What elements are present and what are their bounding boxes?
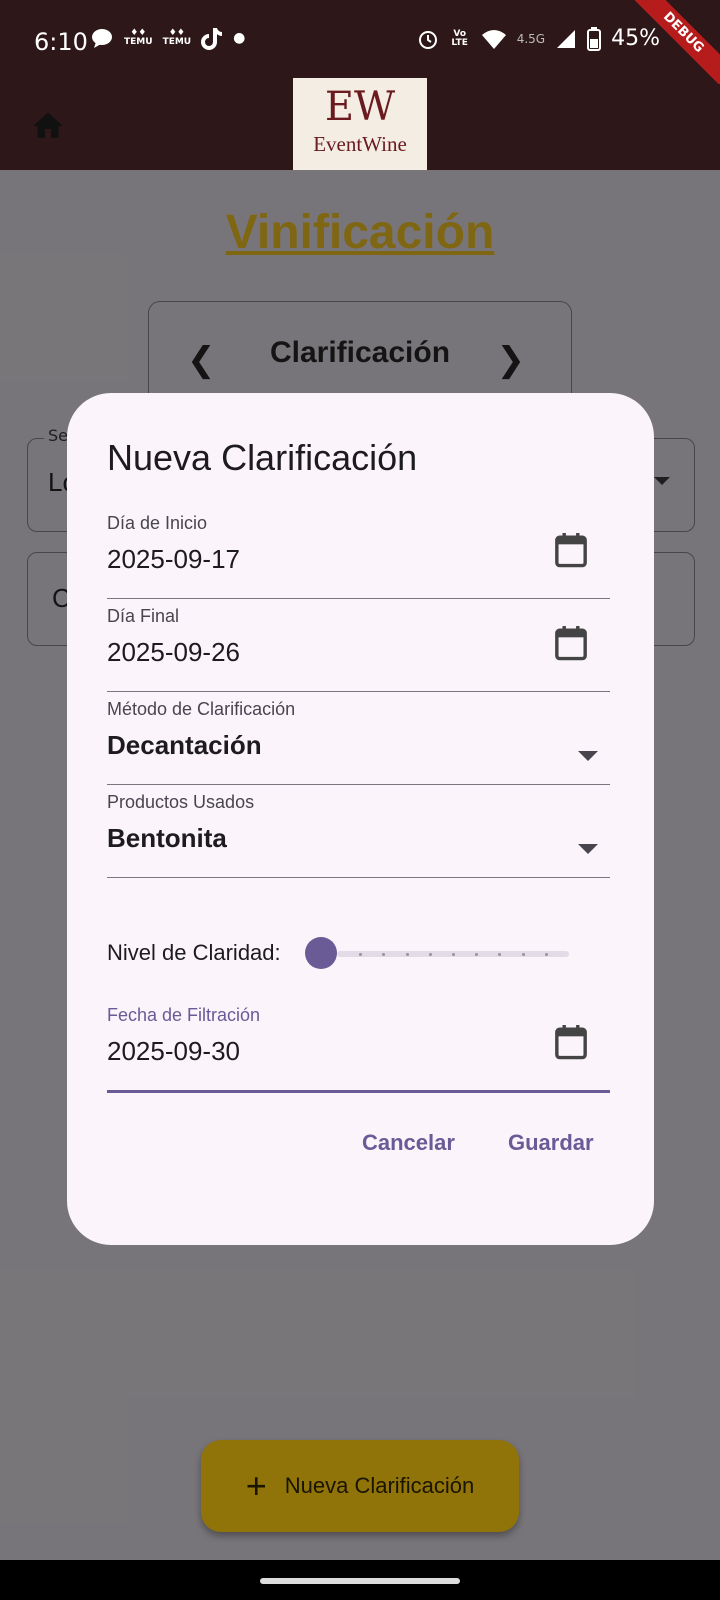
- new-clarification-dialog: Nueva Clarificación Día de Inicio 2025-0…: [67, 393, 654, 1245]
- dropdown-arrow-icon: [578, 751, 598, 761]
- save-button[interactable]: Guardar: [508, 1130, 594, 1156]
- dot-icon: ●: [233, 30, 246, 46]
- slider-tick: [521, 953, 525, 956]
- end-date-value: 2025-09-26: [107, 637, 240, 667]
- products-label: Productos Usados: [107, 792, 255, 812]
- slider-tick: [359, 953, 363, 956]
- calendar-icon[interactable]: [554, 1023, 588, 1061]
- clarity-slider-row: Nivel de Claridad:: [107, 928, 610, 978]
- method-label: Método de Clarificación: [107, 699, 296, 719]
- slider-tick: [475, 953, 479, 956]
- cancel-button[interactable]: Cancelar: [362, 1130, 455, 1156]
- dialog-title: Nueva Clarificación: [107, 437, 418, 478]
- temu-icon-2: ♦♦ TEMU: [162, 28, 192, 47]
- slider-tick: [544, 953, 548, 956]
- products-dropdown[interactable]: Productos Usados Bentonita: [107, 792, 610, 878]
- start-date-value: 2025-09-17: [107, 544, 240, 574]
- notification-icons: ♦♦ TEMU ♦♦ TEMU ●: [90, 26, 245, 50]
- filtration-date-value: 2025-09-30: [107, 1036, 240, 1066]
- products-value: Bentonita: [107, 823, 227, 853]
- gesture-handle[interactable]: [260, 1578, 460, 1584]
- slider-tick: [498, 953, 502, 956]
- method-dropdown[interactable]: Método de Clarificación Decantación: [107, 699, 610, 785]
- logo-text: EventWine: [313, 132, 407, 156]
- clarity-label: Nivel de Claridad:: [107, 940, 281, 965]
- slider-tick: [405, 953, 409, 956]
- network-type: 4.5G: [516, 31, 546, 46]
- start-date-label: Día de Inicio: [107, 513, 208, 533]
- status-time: 6:10: [34, 28, 88, 56]
- status-bar: 6:10 ♦♦ TEMU ♦♦ TEMU ● Vo LTE 4.5G 45% DEB…: [0, 0, 720, 94]
- alarm-icon: [418, 30, 437, 49]
- dropdown-arrow-icon: [578, 844, 598, 854]
- calendar-icon[interactable]: [554, 531, 588, 569]
- battery-icon: [587, 26, 602, 51]
- calendar-icon[interactable]: [554, 624, 588, 662]
- clarity-slider-thumb[interactable]: [305, 937, 337, 969]
- end-date-field[interactable]: Día Final 2025-09-26: [107, 606, 610, 692]
- signal-icon: [557, 29, 576, 48]
- tiktok-icon: [201, 28, 223, 50]
- slider-tick: [452, 953, 455, 956]
- slider-tick: [382, 953, 386, 956]
- end-date-label: Día Final: [107, 606, 180, 626]
- clarity-slider-track[interactable]: [337, 951, 569, 957]
- app-logo: EW EventWine: [293, 78, 427, 170]
- filtration-date-label: Fecha de Filtración: [107, 1005, 261, 1025]
- battery-percent: 45%: [611, 26, 660, 51]
- slider-tick: [428, 953, 432, 956]
- logo-mark: EW: [324, 84, 396, 130]
- system-nav-bar: [0, 1560, 720, 1600]
- start-date-field[interactable]: Día de Inicio 2025-09-17: [107, 513, 610, 599]
- system-icons: Vo LTE 4.5G 45%: [417, 26, 660, 51]
- temu-icon: ♦♦ TEMU: [124, 28, 153, 47]
- method-value: Decantación: [107, 730, 262, 760]
- chat-icon: [92, 29, 112, 48]
- filtration-date-field[interactable]: Fecha de Filtración 2025-09-30: [107, 1005, 610, 1093]
- wifi-icon: [481, 29, 506, 49]
- volte-icon: Vo LTE: [451, 28, 468, 48]
- home-icon[interactable]: [30, 108, 66, 144]
